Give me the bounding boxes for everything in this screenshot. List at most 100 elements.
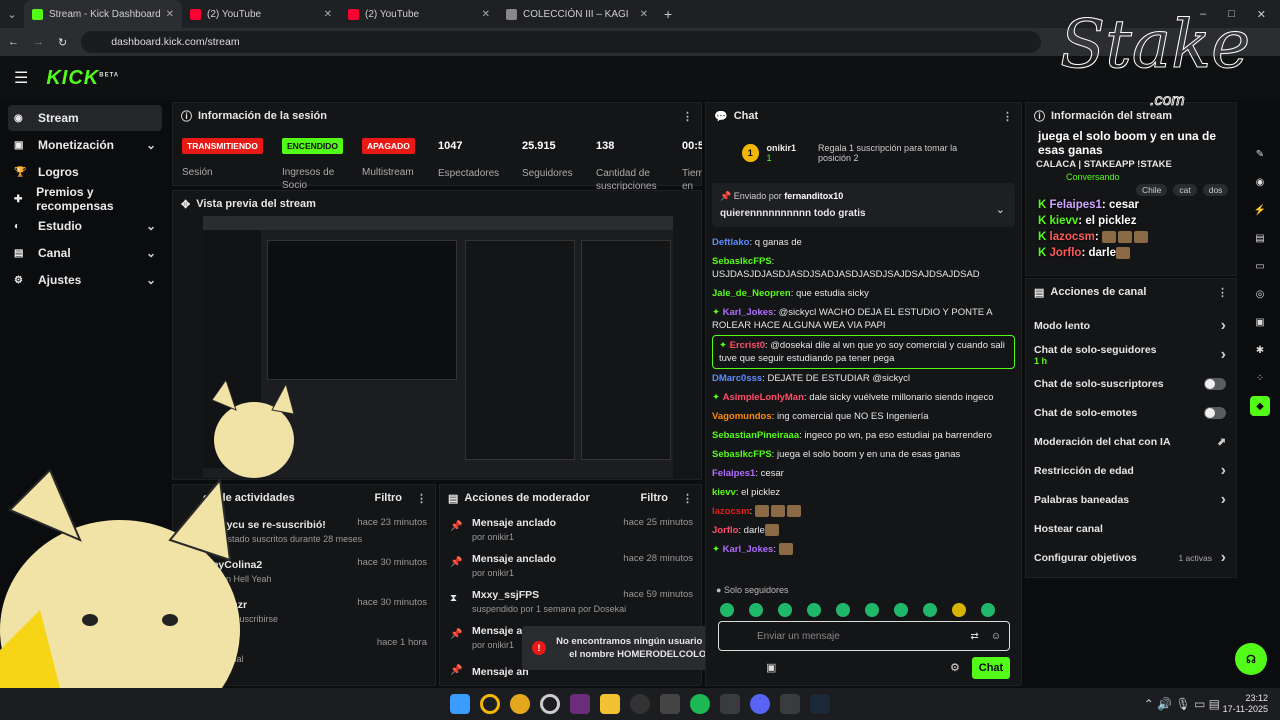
emote-icon[interactable] [749, 603, 763, 617]
emote-icon[interactable] [923, 603, 937, 617]
close-tab-icon[interactable]: ✕ [640, 9, 648, 20]
chat-bubble-icon[interactable]: ▭ [1250, 256, 1270, 276]
chat-message[interactable]: Jale_de_Neopren: que estudia sicky [706, 284, 1021, 303]
app-m-icon[interactable] [780, 694, 800, 714]
browser-tab[interactable]: COLECCIÓN III – KAGI ✕ [498, 0, 656, 28]
chevron-right-icon[interactable]: › [1221, 491, 1226, 509]
plugin-icon[interactable]: ◆ [1250, 396, 1270, 416]
chat-username[interactable]: Jale_de_Neopren [712, 288, 791, 299]
emote-icon[interactable] [807, 603, 821, 617]
lightning-icon[interactable]: ⚡ [1250, 200, 1270, 220]
video-editor-icon[interactable] [570, 694, 590, 714]
forward-icon[interactable]: → [33, 36, 44, 48]
chevron-down-icon[interactable]: ⌄ [996, 203, 1005, 216]
chat-username[interactable]: Felaipes1 [712, 468, 755, 479]
camera-icon[interactable]: ◉ [1250, 172, 1270, 192]
channel-action-item[interactable]: Configurar objetivos 1 activas › [1026, 543, 1236, 572]
chat-username[interactable]: Karl_Jokes [723, 544, 774, 555]
sidebar-item-logros[interactable]: 🏆 Logros [8, 159, 162, 185]
chat-message[interactable]: Deftlako: q ganas de [706, 233, 1021, 252]
browser-tab[interactable]: (2) YouTube ✕ [182, 0, 340, 28]
more-icon[interactable]: ⋮ [1002, 110, 1013, 123]
chrome-icon[interactable] [510, 694, 530, 714]
close-window-button[interactable]: ✕ [1257, 8, 1266, 21]
mod-action-item[interactable]: 📌 Mensaje anclado por onikir1 hace 25 minut… [440, 511, 701, 547]
windows-start-icon[interactable] [450, 694, 470, 714]
chevron-right-icon[interactable]: › [1221, 549, 1226, 567]
send-chat-button[interactable]: Chat [972, 657, 1010, 679]
emote-icon[interactable] [836, 603, 850, 617]
chevron-down-icon[interactable]: ⌄ [146, 138, 156, 152]
back-icon[interactable]: ← [8, 36, 19, 48]
chat-message[interactable]: lazocsm: [706, 502, 1021, 521]
obs-icon[interactable] [630, 694, 650, 714]
modactions-filter-button[interactable]: Filtro [641, 492, 669, 504]
system-tray[interactable]: ⌃ 🔊 🎙 ▭ ▤ [1144, 697, 1220, 711]
chat-input[interactable]: Enviar un mensaje ⇄ ☺ [718, 621, 1010, 651]
chat-message[interactable]: SebasIkcFPS: USJDASJDJASDJASDJSADJASDJAS… [706, 252, 1021, 284]
chevron-down-icon[interactable]: ⌄ [146, 273, 156, 287]
clock[interactable]: 23:12 17-11-2025 [1223, 693, 1268, 715]
emote-icon[interactable] [720, 603, 734, 617]
activity-filter-button[interactable]: Filtro [375, 492, 403, 504]
channel-action-item[interactable]: Modo lento › [1026, 311, 1236, 340]
chat-message[interactable]: ✦ Ercrist0: @dosekai dile al wn que yo s… [712, 335, 1015, 369]
chat-message[interactable]: ✦ Karl_Jokes: [706, 540, 1021, 559]
more-icon[interactable]: ⋮ [682, 492, 693, 505]
chat-username[interactable]: SebastianPineiraaa [712, 430, 799, 441]
sidebar-item-ajustes[interactable]: ⚙ Ajustes ⌄ [8, 267, 162, 293]
menu-icon[interactable]: ☰ [14, 68, 28, 88]
more-icon[interactable]: ⋮ [416, 492, 427, 505]
app-c-icon[interactable] [540, 694, 560, 714]
chat-message[interactable]: DMarc0sss: DEJATE DE ESTUDIAR @sickycl [706, 369, 1021, 388]
emote-icon[interactable] [894, 603, 908, 617]
reload-icon[interactable]: ↻ [58, 36, 67, 49]
channel-action-item[interactable]: Moderación del chat con IA ⬈ [1026, 427, 1236, 456]
browser-tab[interactable]: (2) YouTube ✕ [340, 0, 498, 28]
chat-username[interactable]: SebasIkcFPS [712, 256, 772, 267]
toggle-switch[interactable] [1204, 406, 1226, 419]
apps-icon[interactable]: ⁘ [1250, 368, 1270, 388]
sidebar-item-estudio[interactable]: ◐ Estudio ⌄ [8, 213, 162, 239]
gift-icon[interactable]: ▣ [766, 661, 776, 674]
chevron-right-icon[interactable]: › [1221, 462, 1226, 480]
url-field[interactable]: dashboard.kick.com/stream [81, 31, 1042, 53]
gift-sub-text[interactable]: Regala 1 suscripción para tomar la posic… [818, 143, 985, 163]
chat-message[interactable]: ✦ Karl_Jokes: @sickycl WACHO DEJA EL EST… [706, 303, 1021, 335]
chat-message[interactable]: ✦ AsimpleLonlyMan: dale sicky vuélvete m… [706, 388, 1021, 407]
wrench-icon[interactable]: ✱ [1250, 340, 1270, 360]
gear-icon[interactable]: ⚙ [950, 661, 960, 674]
sidebar-item-stream[interactable]: ◉ Stream [8, 105, 162, 131]
chat-username[interactable]: DMarc0sss [712, 373, 762, 384]
channel-action-item[interactable]: Restricción de edad › [1026, 456, 1236, 485]
tab-list-icon[interactable]: ⌄ [0, 8, 24, 21]
chat-message[interactable]: kievv: el picklez [706, 483, 1021, 502]
folder-icon[interactable] [600, 694, 620, 714]
sync-icon[interactable] [720, 694, 740, 714]
emote-icon[interactable] [952, 603, 966, 617]
emote-icon[interactable] [865, 603, 879, 617]
sidebar-item-canal[interactable]: ▤ Canal ⌄ [8, 240, 162, 266]
clipboard-icon[interactable]: ▤ [1250, 228, 1270, 248]
chevron-down-icon[interactable]: ⌄ [146, 219, 156, 233]
chat-message[interactable]: SebasIkcFPS: juega el solo boom y en una… [706, 445, 1021, 464]
spotify-icon[interactable] [690, 694, 710, 714]
chat-username[interactable]: Deftlako [712, 237, 749, 248]
broadcast-icon[interactable]: ◎ [1250, 284, 1270, 304]
external-link-icon[interactable]: ⬈ [1217, 436, 1226, 448]
chat-username[interactable]: Ercrist0 [730, 340, 765, 351]
emote-icon[interactable] [981, 603, 995, 617]
pencil-icon[interactable]: ✎ [1250, 144, 1270, 164]
opera-icon[interactable] [480, 694, 500, 714]
mod-action-item[interactable]: 📌 Mensaje anclado por onikir1 hace 28 minut… [440, 547, 701, 583]
chat-username[interactable]: Karl_Jokes [723, 307, 774, 318]
window-icon[interactable]: ▣ [1250, 312, 1270, 332]
channel-action-item[interactable]: Hostear canal [1026, 514, 1236, 543]
channel-action-item[interactable]: Chat de solo-suscriptores [1026, 369, 1236, 398]
chevron-right-icon[interactable]: › [1221, 317, 1226, 335]
chat-username[interactable]: kievv [712, 487, 736, 498]
kick-logo[interactable]: KICKBETA [46, 67, 119, 90]
chat-message[interactable]: Felaipes1: cesar [706, 464, 1021, 483]
chevron-down-icon[interactable]: ⌄ [146, 246, 156, 260]
toggle-switch[interactable] [1204, 377, 1226, 390]
